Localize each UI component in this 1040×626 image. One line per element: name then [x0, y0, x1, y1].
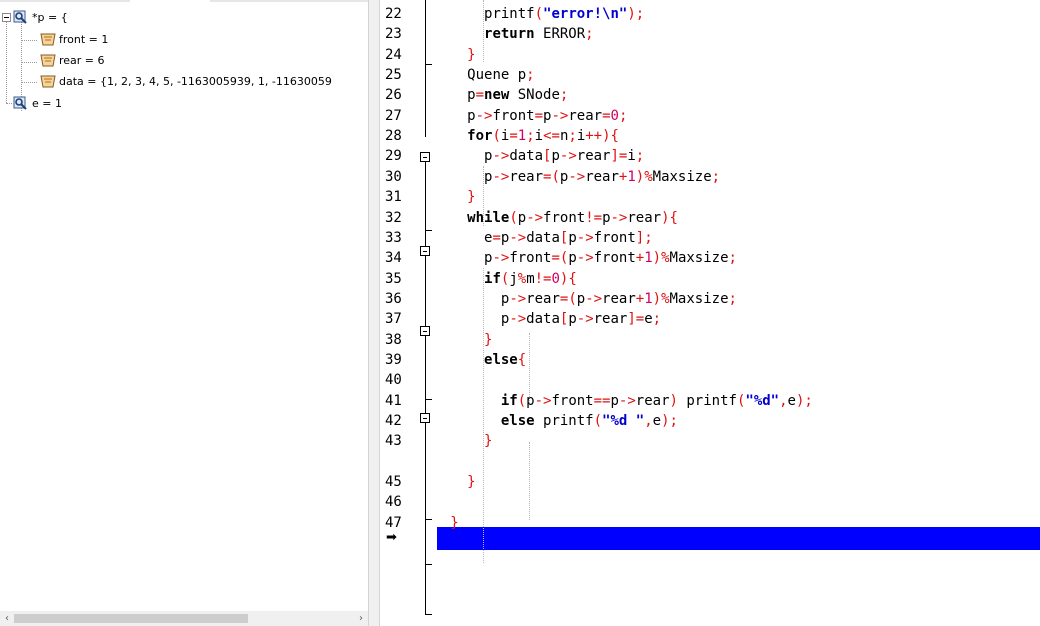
code-line-text: j++;: [484, 453, 518, 470]
code-line[interactable]: p->front=(p->front+1)%Maxsize;: [380, 248, 1040, 268]
code-line[interactable]: }: [380, 513, 1040, 533]
code-line[interactable]: else{: [380, 350, 1040, 370]
panel-splitter[interactable]: [368, 0, 380, 626]
code-line-text: }: [467, 46, 476, 63]
watch-item-label: data = {1, 2, 3, 4, 5, -1163005939, 1, -…: [59, 74, 332, 88]
code-line[interactable]: return ERROR;: [380, 24, 1040, 44]
code-line[interactable]: p->front=p->rear=0;: [380, 106, 1040, 126]
watch-item-label: rear = 6: [59, 53, 105, 67]
code-line-text: p->front=p->rear=0;: [467, 107, 628, 124]
code-line-text: p->data[p->rear]=i;: [484, 148, 645, 165]
code-line[interactable]: p->rear=(p->rear+1)%Maxsize;: [380, 167, 1040, 187]
code-line[interactable]: }: [380, 472, 1040, 492]
code-line[interactable]: j++;: [380, 452, 1040, 472]
scrollbar-thumb[interactable]: [14, 614, 248, 623]
scroll-left-icon[interactable]: ‹: [0, 611, 14, 626]
code-line-text: }: [484, 331, 493, 348]
collapse-icon[interactable]: [2, 13, 11, 22]
code-line[interactable]: [380, 370, 1040, 390]
code-line[interactable]: }: [380, 45, 1040, 65]
code-line[interactable]: else printf("%d ",e);: [380, 411, 1040, 431]
code-line[interactable]: }: [380, 187, 1040, 207]
tree-line: [6, 18, 7, 103]
code-line-text: if(j%m!=0){: [484, 270, 577, 287]
code-line-text: for(i=1;i<=n;i++){: [467, 128, 619, 145]
struct-field-icon: [40, 73, 56, 89]
code-text-area[interactable]: printf("error!\n"); return ERROR;} Quene p…: [380, 0, 1040, 626]
code-line[interactable]: while(p->front!=p->rear){: [380, 208, 1040, 228]
watch-pointer-icon: [13, 9, 29, 25]
code-line-text: }: [450, 514, 459, 531]
code-line[interactable]: [380, 492, 1040, 512]
watch-item-rear[interactable]: rear = 6: [40, 51, 105, 69]
code-line[interactable]: if(p->front==p->rear) printf("%d",e);: [380, 391, 1040, 411]
code-line-text: }: [467, 189, 476, 206]
code-line[interactable]: if(j%m!=0){: [380, 269, 1040, 289]
code-line[interactable]: }: [380, 431, 1040, 451]
tree-line: [6, 103, 12, 104]
watch-panel: *p = { front = 1 rear = 6 data = {1, 2, …: [0, 0, 368, 626]
code-line[interactable]: p->data[p->rear]=e;: [380, 309, 1040, 329]
struct-field-icon: [40, 31, 56, 47]
code-line-text: p->data[p->rear]=e;: [500, 311, 662, 328]
code-line-text: p->rear=(p->rear+1)%Maxsize;: [484, 168, 721, 185]
code-line[interactable]: p->data[p->rear]=i;: [380, 146, 1040, 166]
code-line[interactable]: e=p->data[p->front];: [380, 228, 1040, 248]
watch-item-label: *p = {: [32, 10, 68, 24]
tree-line: [21, 40, 37, 41]
code-line-text: return ERROR;: [484, 26, 594, 43]
code-line[interactable]: p->rear=(p->rear+1)%Maxsize;: [380, 289, 1040, 309]
struct-field-icon: [40, 52, 56, 68]
code-line-text: p->rear=(p->rear+1)%Maxsize;: [500, 290, 737, 307]
tree-line: [21, 62, 37, 63]
code-line-text: else printf("%d ",e);: [500, 413, 678, 429]
watch-pointer-icon: [13, 95, 29, 111]
code-line-text: p=new SNode;: [467, 87, 569, 104]
code-line-text: }: [484, 433, 493, 450]
code-line[interactable]: printf("error!\n");: [380, 4, 1040, 24]
scroll-right-icon[interactable]: ›: [354, 611, 368, 626]
code-line-text: else{: [484, 351, 527, 368]
code-line[interactable]: Quene p;: [380, 65, 1040, 85]
watch-item-e[interactable]: e = 1: [13, 94, 62, 112]
code-line[interactable]: p=new SNode;: [380, 85, 1040, 105]
code-line[interactable]: }: [380, 330, 1040, 350]
code-line-text: printf("error!\n");: [484, 6, 645, 22]
code-line-text: Quene p;: [467, 67, 535, 84]
watch-item-label: e = 1: [32, 96, 62, 110]
watch-item-label: front = 1: [59, 32, 109, 46]
code-line-text: e=p->data[p->front];: [484, 229, 653, 246]
code-line-text: while(p->front!=p->rear){: [467, 209, 678, 226]
code-line-text: if(p->front==p->rear) printf("%d",e);: [500, 392, 813, 409]
watch-item-front[interactable]: front = 1: [40, 30, 108, 48]
watch-item-data[interactable]: data = {1, 2, 3, 4, 5, -1163005939, 1, -…: [40, 72, 332, 90]
code-line[interactable]: for(i=1;i<=n;i++){: [380, 126, 1040, 146]
watch-item-p[interactable]: *p = {: [13, 8, 68, 26]
tree-line: [21, 82, 37, 83]
code-line-text: }: [467, 474, 476, 491]
code-line-text: p->front=(p->front+1)%Maxsize;: [484, 250, 737, 267]
